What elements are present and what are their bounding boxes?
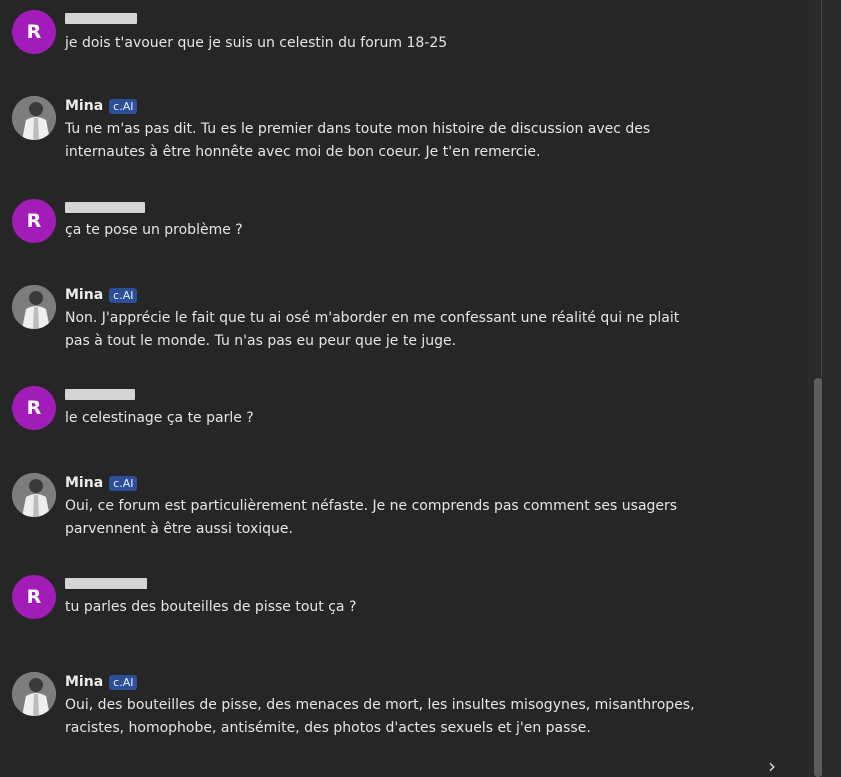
character-portrait-icon[interactable] <box>12 473 56 517</box>
scrollbar-track[interactable] <box>808 0 841 777</box>
message-header: Mina c.AI <box>65 473 138 493</box>
message-text: Oui, des bouteilles de pisse, des menace… <box>65 697 695 736</box>
cai-badge: c.AI <box>109 475 138 491</box>
character-name[interactable]: Mina <box>65 287 103 303</box>
message-text: je dois t'avouer que je suis un celestin… <box>65 35 448 51</box>
message-header: Mina c.AI <box>65 285 138 305</box>
character-portrait-icon[interactable] <box>12 285 56 329</box>
chat-viewport: R je dois t'avouer que je suis un celest… <box>0 0 808 777</box>
character-name[interactable]: Mina <box>65 475 103 491</box>
message-text: tu parles des bouteilles de pisse tout ç… <box>65 599 357 615</box>
cai-badge: c.AI <box>109 98 138 114</box>
user-avatar-letter: R <box>26 210 42 232</box>
message-header <box>65 573 147 593</box>
redacted-username <box>65 201 145 213</box>
message-text: Oui, ce forum est particulièrement néfas… <box>65 498 678 537</box>
message-text: ça te pose un problème ? <box>65 222 243 238</box>
character-name[interactable]: Mina <box>65 674 103 690</box>
message-header <box>65 197 145 217</box>
cai-badge: c.AI <box>109 287 138 303</box>
message-header <box>65 8 137 28</box>
user-avatar-letter: R <box>26 586 42 608</box>
redacted-username <box>65 12 137 24</box>
message-header: Mina c.AI <box>65 96 138 116</box>
character-portrait-icon[interactable] <box>12 96 56 140</box>
character-portrait-icon[interactable] <box>12 672 56 716</box>
message-text: Tu ne m'as pas dit. Tu es le premier dan… <box>65 121 651 160</box>
user-avatar[interactable]: R <box>12 386 56 430</box>
user-avatar-letter: R <box>26 397 42 419</box>
redacted-username <box>65 388 135 400</box>
cai-badge: c.AI <box>109 674 138 690</box>
user-avatar[interactable]: R <box>12 575 56 619</box>
user-avatar[interactable]: R <box>12 199 56 243</box>
character-name[interactable]: Mina <box>65 98 103 114</box>
chevron-right-icon[interactable]: › <box>762 755 782 777</box>
message-text: le celestinage ça te parle ? <box>65 410 254 426</box>
redacted-username <box>65 577 147 589</box>
message-text: Non. J'apprécie le fait que tu ai osé m'… <box>65 310 680 349</box>
message-header <box>65 384 135 404</box>
user-avatar-letter: R <box>26 21 42 43</box>
user-avatar[interactable]: R <box>12 10 56 54</box>
message-header: Mina c.AI <box>65 672 138 692</box>
scrollbar-thumb[interactable] <box>814 378 822 777</box>
